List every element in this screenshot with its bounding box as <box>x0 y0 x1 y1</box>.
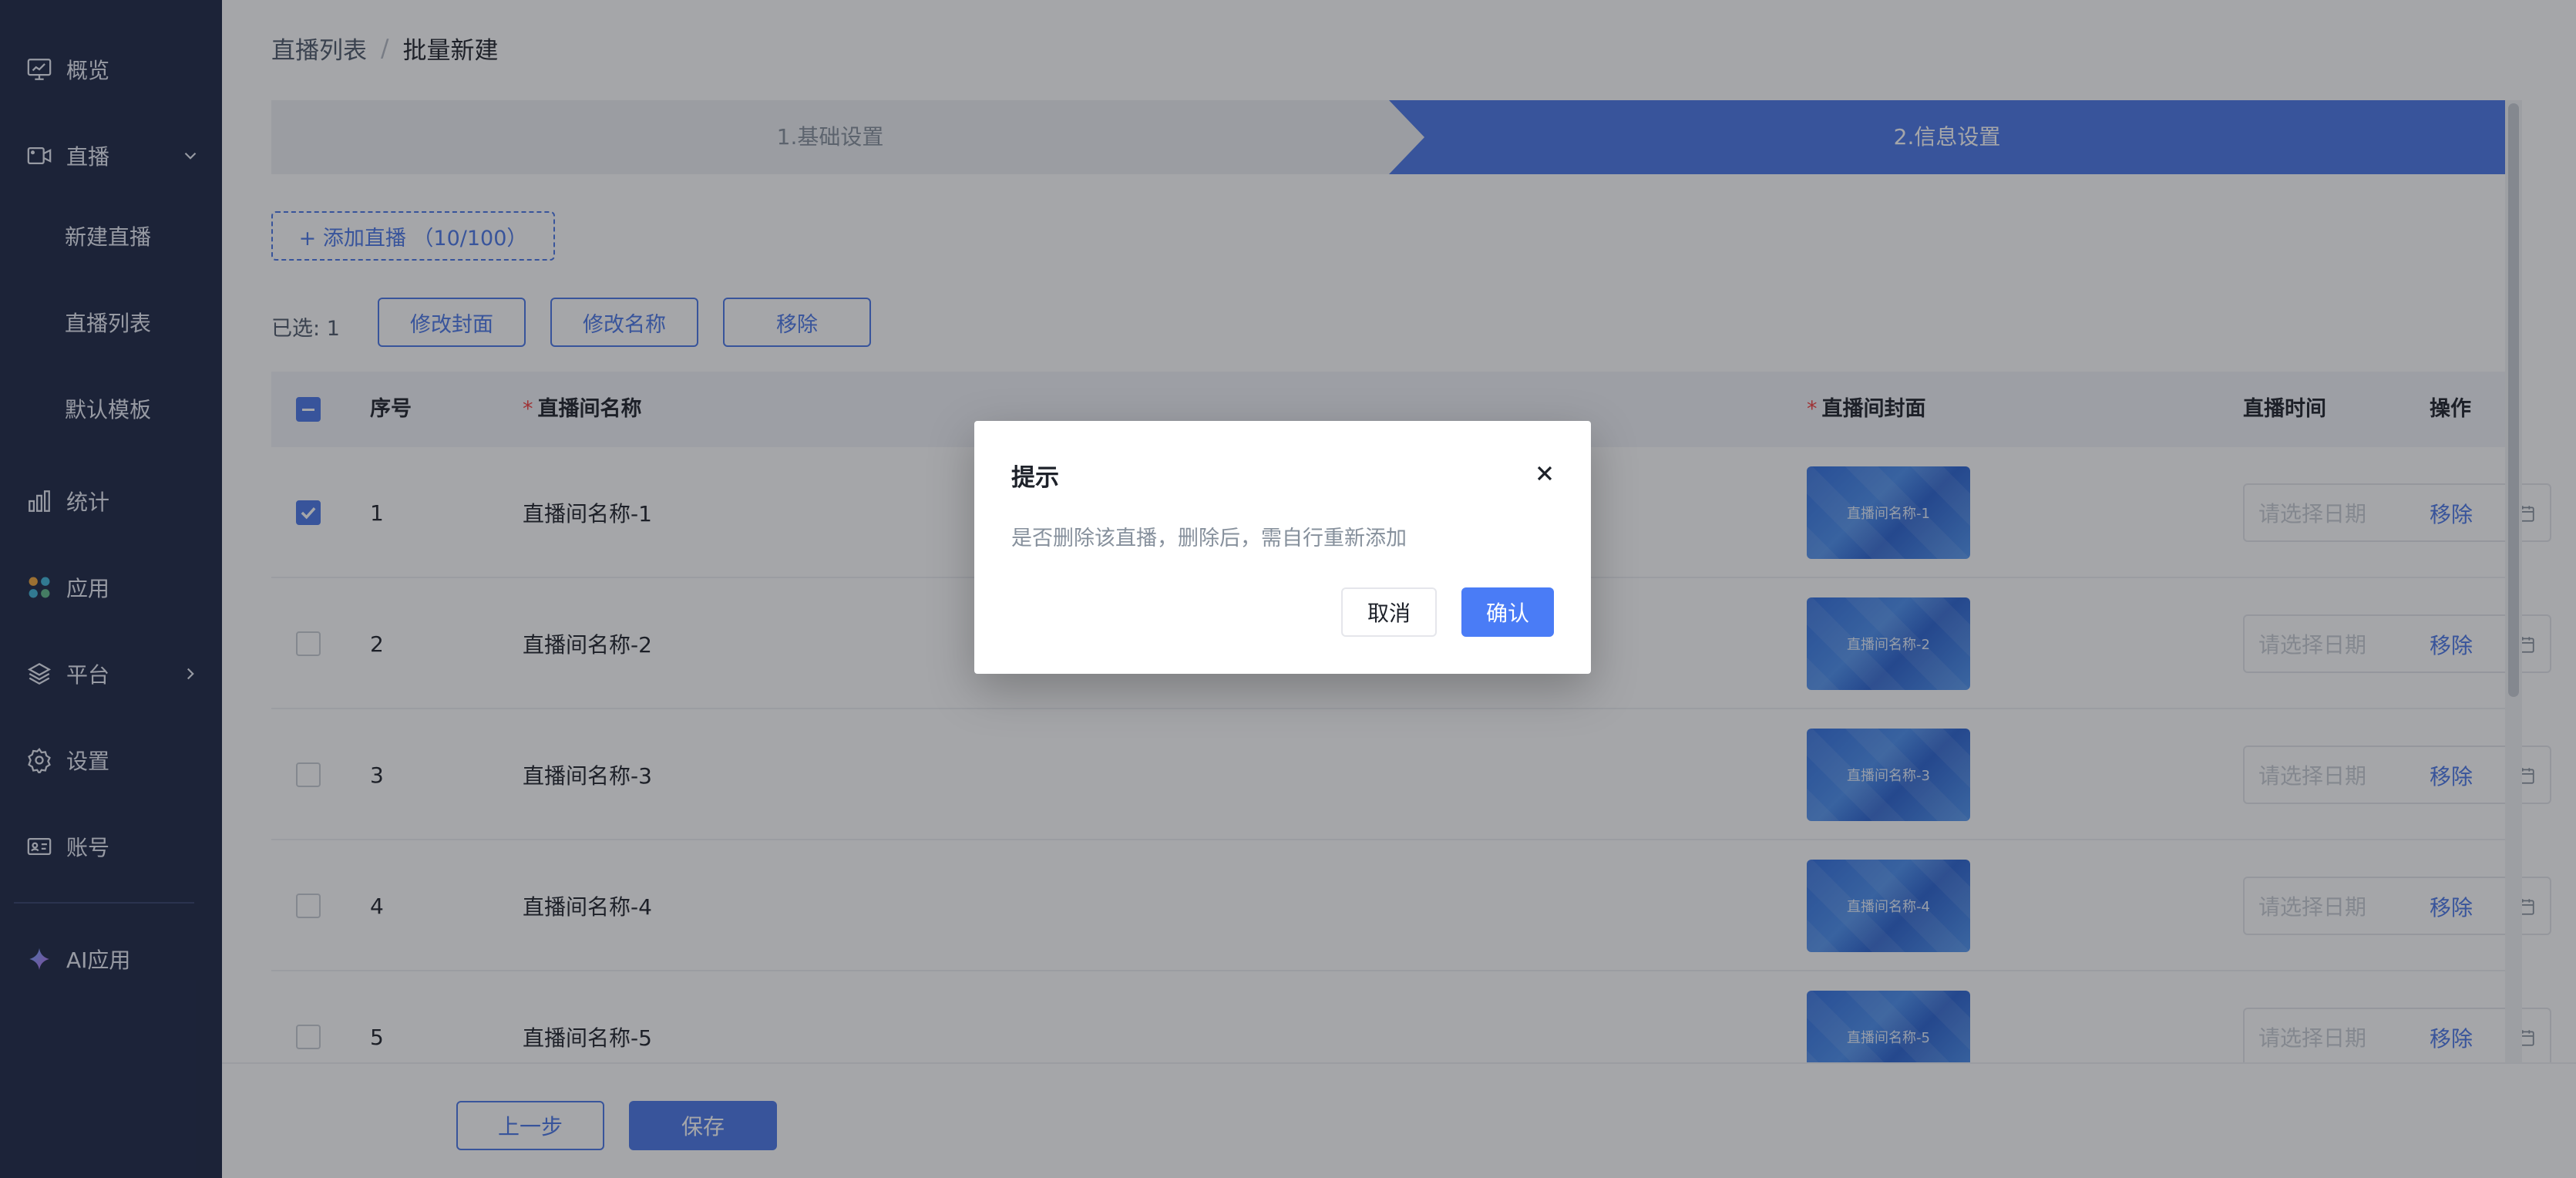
cancel-button[interactable]: 取消 <box>1341 587 1437 637</box>
dialog-title: 提示 <box>1011 464 1059 492</box>
confirm-button[interactable]: 确认 <box>1461 587 1554 637</box>
confirm-dialog: 提示 是否删除该直播，删除后，需自行重新添加 取消 确认 <box>974 421 1591 674</box>
dialog-message: 是否删除该直播，删除后，需自行重新添加 <box>1011 527 1407 550</box>
close-icon[interactable] <box>1532 461 1557 486</box>
app-root: 概览 直播 新建直播 直播列表 默认模板 统计 应用 平台 设置 账号 AI应用… <box>0 0 2576 1178</box>
